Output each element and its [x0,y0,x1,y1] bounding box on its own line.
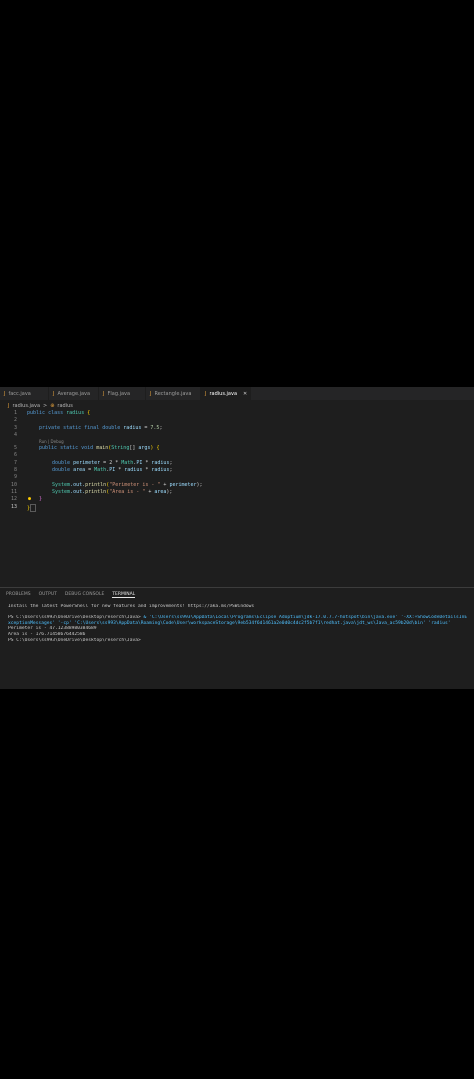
tab-average[interactable]: J Average.java [49,387,99,400]
expression: = 2 * [100,459,122,466]
text-cursor [30,503,37,512]
terminal-command-line: PS C:\Users\ss993\OneDrive\Desktop\reser… [8,615,468,627]
paren: ) [150,445,154,452]
breadcrumb-symbol[interactable]: radius [57,403,72,409]
variable: radius [124,467,143,474]
variable: radius [151,467,170,474]
code-line: 4 [0,432,474,439]
java-file-icon: J [4,390,6,397]
array-brackets: [] [129,445,139,452]
code-line: 8 double area = Math.PI * radius * radius… [0,467,474,474]
field-access: .out. [70,488,86,495]
tab-problems[interactable]: PROBLEMS [6,592,31,598]
line-number: 3 [13,424,17,431]
tab-output[interactable]: OUTPUT [39,592,57,598]
class-name: System [52,488,71,495]
variable: area [73,467,86,474]
variable: area [154,488,167,495]
tab-radius[interactable]: Jradius.java ✕ [201,387,251,400]
semicolon: ; [169,467,173,474]
string-literal: "Area is - " [109,488,146,495]
line-number: 9 [13,474,17,481]
terminal-output[interactable]: Install the latest PowerShell for new fe… [8,604,468,644]
close-icon[interactable]: ✕ [243,391,247,397]
tab-facc[interactable]: Jfacc.java [0,387,49,400]
line-number: 12 [10,496,17,503]
code-line: 12 ●} [0,496,474,503]
line-number: 1 [13,410,17,416]
java-file-icon: J [53,390,55,397]
code-line: 3 private static final double radius = 7.… [0,425,474,432]
variable: perimeter [169,481,197,488]
string-literal: "Perimeter is - " [109,481,161,488]
keyword: double [52,459,71,466]
brace: { [156,445,160,452]
type-name: String [111,445,130,452]
java-file-icon: J [103,390,105,397]
keyword: double [52,467,71,474]
code-line: 10 System.out.println("Perimeter is - " +… [0,482,474,489]
terminal-prompt: PS C:\Users\ss993\OneDrive\Desktop\reser… [8,614,144,620]
code-line: 6 [0,452,474,459]
class-name: Math [121,459,134,466]
code-line: 1 public class radius { [0,410,474,417]
semicolon: ; [159,424,163,431]
variable: perimeter [73,459,101,466]
brace: } [39,496,43,503]
tab-debug-console[interactable]: DEBUG CONSOLE [65,592,104,598]
code-line: 9 [0,474,474,481]
paren: ); [166,488,173,495]
paren: ); [196,481,203,488]
java-file-icon: J [8,402,10,409]
class-name: System [52,481,71,488]
java-file-icon: J [150,390,152,397]
line-number: 2 [13,417,17,424]
java-file-icon: J [205,390,207,397]
keyword: private static final double [39,424,121,431]
class-name: Math [94,467,107,474]
editor-tab-bar: Jfacc.java J Average.java J Flag.java J Rec… [0,387,474,400]
chevron-right-icon: > [43,402,48,409]
field-access: .out. [70,481,86,488]
param-name: args [138,445,151,452]
panel-tab-bar: PROBLEMS OUTPUT DEBUG CONSOLE TERMINAL [6,592,136,598]
terminal-prompt: PS C:\Users\ss993\OneDrive\Desktop\reser… [8,637,141,643]
method-name: println [85,488,107,495]
line-number: 13 [10,503,17,510]
code-editor[interactable]: 1 public class radius { 2 3 private static… [0,410,474,512]
line-number: 10 [10,481,17,488]
class-symbol-icon: ⊕ [50,402,55,409]
code-line: 13} [0,503,474,512]
line-number: 4 [13,431,17,438]
line-number: 11 [10,488,17,495]
operator: = [144,424,148,431]
editor-window: Jfacc.java J Average.java J Flag.java J Rec… [0,387,474,689]
tab-rectangle[interactable]: J Rectangle.java [146,387,201,400]
code-line: 11 System.out.println("Area is - " + area… [0,489,474,496]
code-line: 2 [0,417,474,424]
panel-divider[interactable] [0,587,474,588]
lightbulb-icon[interactable]: ● [28,496,31,503]
tab-terminal[interactable]: TERMINAL [112,592,136,598]
field-name: radius [123,424,142,431]
line-number: 5 [13,445,17,452]
expression: * [115,467,125,474]
line-number: 8 [13,467,17,474]
semicolon: ; [169,459,173,466]
line-number: 6 [13,452,17,459]
code-line: 5 public static void main(String[] args) … [0,445,474,452]
code-line: 7 double perimeter = 2 * Math.PI * radius… [0,460,474,467]
breadcrumb-file[interactable]: radius.java [12,403,40,409]
breadcrumb: J radius.java > ⊕ radius [8,401,73,410]
class-name: radius [66,410,85,416]
expression: = [85,467,95,474]
method-name: main [96,445,109,452]
variable: radius [151,459,170,466]
method-name: println [85,481,107,488]
keyword: public class [27,410,64,416]
line-number: 7 [13,459,17,466]
keyword: public static void [39,445,94,452]
brace: { [87,410,91,416]
tab-flag[interactable]: J Flag.java [99,387,146,400]
